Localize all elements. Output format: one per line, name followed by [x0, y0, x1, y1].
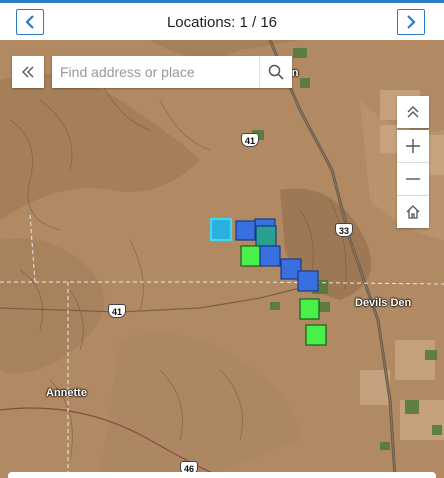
location-marker[interactable]	[305, 324, 327, 346]
header-bar: Locations: 1 / 16	[0, 0, 444, 40]
route-shield-41-west: 41	[108, 304, 126, 318]
zoom-out-button[interactable]	[397, 162, 429, 195]
search-box	[52, 56, 292, 88]
next-location-button[interactable]	[397, 9, 425, 35]
zoom-in-button[interactable]	[397, 130, 429, 162]
map-view[interactable]: on Devils Den Annette 41 33 41 46	[0, 40, 444, 478]
location-marker[interactable]	[297, 270, 319, 292]
bottom-panel-edge	[8, 472, 436, 478]
home-icon	[406, 205, 420, 219]
double-chevron-up-icon	[407, 106, 419, 118]
chevron-right-icon	[407, 15, 416, 29]
place-label-devils-den: Devils Den	[355, 297, 412, 309]
location-marker[interactable]	[240, 245, 261, 267]
map-toolbar	[397, 96, 429, 228]
place-label-annette: Annette	[46, 387, 87, 399]
zoom-in-icon	[406, 139, 420, 153]
route-shield-41: 41	[241, 133, 259, 147]
location-marker[interactable]	[259, 245, 281, 267]
search-input[interactable]	[52, 56, 258, 88]
search-widget	[12, 56, 292, 88]
collapse-panel-button[interactable]	[12, 56, 44, 88]
route-shield-33: 33	[335, 223, 353, 237]
search-icon	[268, 64, 284, 80]
location-marker[interactable]	[235, 220, 257, 241]
zoom-out-icon	[406, 178, 420, 180]
double-chevron-left-icon	[22, 66, 34, 78]
search-button[interactable]	[259, 56, 292, 88]
locations-title: Locations: 1 / 16	[166, 14, 278, 31]
home-button[interactable]	[397, 195, 429, 228]
satellite-basemap	[0, 40, 444, 478]
collapse-toolbar-button[interactable]	[397, 96, 429, 128]
location-marker[interactable]	[299, 298, 320, 320]
location-marker-selected[interactable]	[209, 217, 233, 242]
location-marker[interactable]	[255, 225, 277, 247]
